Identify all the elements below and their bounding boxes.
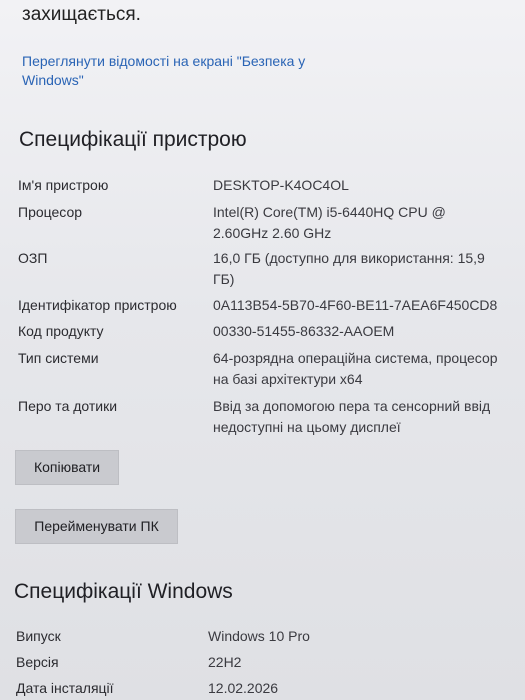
rename-pc-button[interactable]: Перейменувати ПК (15, 509, 178, 544)
spec-value: 16,0 ГБ (доступно для використання: 15,9… (213, 250, 485, 287)
spec-value: 22H2 (208, 654, 242, 670)
copy-button[interactable]: Копіювати (15, 450, 119, 485)
spec-value: 12.02.2026 (208, 680, 279, 696)
spec-label: Випуск (16, 628, 61, 644)
spec-label: Процесор (18, 204, 83, 220)
device-specs-heading: Специфікації пристрою (19, 128, 247, 151)
spec-value: Ввід за допомогою пера та сенсорний ввід… (213, 398, 491, 435)
about-settings-page: захищається. Переглянути відомості на ек… (0, 0, 525, 700)
spec-value: Intel(R) Core(TM) i5-6440HQ CPU @ 2.60GH… (213, 204, 446, 241)
spec-label: ОЗП (18, 250, 48, 266)
spec-value: 64-розрядна операційна система, процесор… (213, 350, 498, 387)
spec-value: DESKTOP-K4OC4OL (213, 177, 349, 193)
spec-label: Версія (16, 654, 59, 670)
spec-label: Ім'я пристрою (18, 177, 109, 193)
spec-value: Windows 10 Pro (208, 628, 310, 644)
spec-label: Код продукту (18, 323, 104, 339)
spec-label: Тип системи (18, 350, 99, 366)
spec-value: 00330-51455-86332-AAOEM (213, 323, 395, 339)
spec-label: Перо та дотики (18, 398, 118, 414)
spec-label: Ідентифікатор пристрою (18, 297, 177, 313)
security-details-link[interactable]: Переглянути відомості на екрані "Безпека… (22, 52, 342, 90)
spec-value: 0A113B54-5B70-4F60-BE11-7AEA6F450CD8 (213, 297, 498, 313)
protection-status-text: захищається. (22, 4, 141, 25)
spec-label: Дата інсталяції (16, 680, 114, 696)
windows-specs-heading: Специфікації Windows (14, 580, 233, 603)
